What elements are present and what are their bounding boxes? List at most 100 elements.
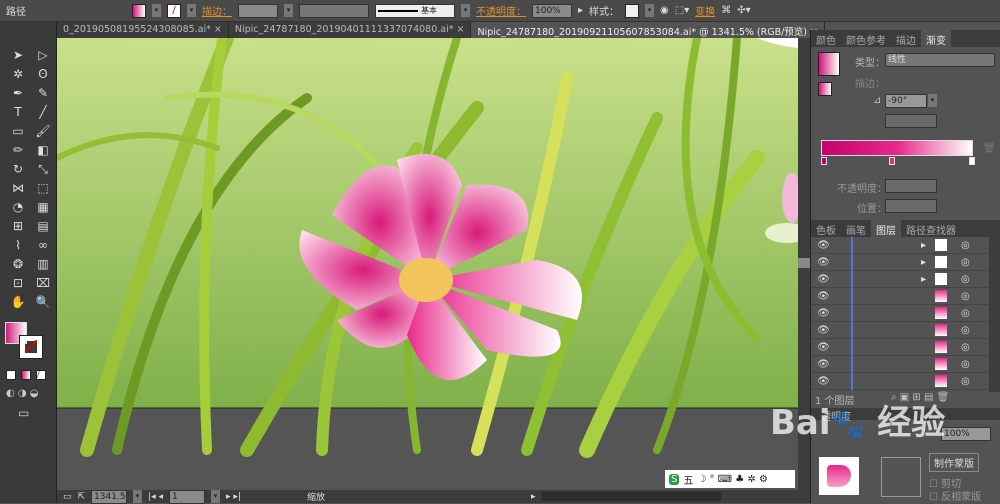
angle-field[interactable]: -90°: [885, 94, 927, 108]
visibility-eye-icon[interactable]: 👁: [817, 291, 830, 302]
export-icon[interactable]: ⇱: [78, 492, 86, 502]
brush-style-field[interactable]: 基本: [375, 3, 455, 18]
tab-brushes[interactable]: 画笔: [841, 220, 871, 237]
isolate-icon[interactable]: ✣▾: [737, 5, 750, 16]
recolor-icon[interactable]: ◉: [660, 5, 669, 16]
mask-thumbnail[interactable]: [881, 457, 921, 497]
angle-dropdown[interactable]: ▾: [928, 94, 937, 107]
gradient-stop[interactable]: [969, 157, 975, 165]
pencil-tool-icon[interactable]: ✏: [6, 141, 30, 159]
opacity-field[interactable]: 100%: [532, 3, 572, 18]
target-circle-icon[interactable]: ◎: [961, 376, 970, 387]
screen-mode-icon[interactable]: ▭: [18, 406, 29, 420]
transform-label[interactable]: 变换: [695, 3, 715, 18]
blend-tool-icon[interactable]: ∞: [31, 236, 55, 254]
layer-row[interactable]: 👁 ▸ ◎: [811, 271, 989, 288]
target-circle-icon[interactable]: ◎: [961, 274, 970, 285]
eyedropper-tool-icon[interactable]: ⌇: [6, 236, 30, 254]
tab-pathfinder[interactable]: 路径查找器: [901, 220, 961, 237]
target-circle-icon[interactable]: ◎: [961, 240, 970, 251]
draw-mode-icons[interactable]: ◐ ◑ ◒: [6, 388, 39, 399]
horizontal-scrollbar[interactable]: [541, 492, 722, 501]
mesh-tool-icon[interactable]: ⊞: [6, 217, 30, 235]
target-circle-icon[interactable]: ◎: [961, 308, 970, 319]
style-dropdown[interactable]: ▾: [645, 4, 655, 17]
pen-tool-icon[interactable]: ✒: [6, 84, 30, 102]
layer-row[interactable]: 👁 ◎: [811, 305, 989, 322]
tab-stroke[interactable]: 描边: [891, 30, 921, 47]
gradient-stop[interactable]: [821, 157, 827, 165]
layer-row[interactable]: 👁 ▸ ◎: [811, 254, 989, 271]
visibility-eye-icon[interactable]: 👁: [817, 359, 830, 370]
layer-row[interactable]: 👁 ▸ ◎: [811, 237, 989, 254]
tab-swatches[interactable]: 色板: [811, 220, 841, 237]
target-circle-icon[interactable]: ◎: [961, 291, 970, 302]
rotate-tool-icon[interactable]: ↻: [6, 160, 30, 178]
type-select[interactable]: 线性: [885, 53, 995, 67]
layer-row[interactable]: 👁 ◎: [811, 339, 989, 356]
stroke-label[interactable]: 描边：: [202, 3, 232, 18]
target-circle-icon[interactable]: ◎: [961, 342, 970, 353]
tab-gradient[interactable]: 渐变: [921, 30, 951, 47]
target-circle-icon[interactable]: ◎: [961, 257, 970, 268]
symbol-sprayer-tool-icon[interactable]: ❂: [6, 255, 30, 273]
scale-tool-icon[interactable]: ⤡: [31, 160, 55, 178]
width-tool-icon[interactable]: ⋈: [6, 179, 30, 197]
delete-stop-icon[interactable]: 🗑: [983, 143, 996, 154]
visibility-eye-icon[interactable]: 👁: [817, 274, 830, 285]
rectangle-tool-icon[interactable]: ▭: [6, 122, 30, 140]
visibility-eye-icon[interactable]: 👁: [817, 325, 830, 336]
perspective-tool-icon[interactable]: ▦: [31, 198, 55, 216]
opacity-label[interactable]: 不透明度：: [476, 3, 526, 18]
tab-layers[interactable]: 图层: [871, 220, 901, 237]
layer-row[interactable]: 👁 ◎: [811, 356, 989, 373]
zoom-field[interactable]: 1341.5: [91, 489, 128, 504]
ime-toolbar[interactable]: S 五 ☽ ° ⌨ ♣ ✲ ⚙: [665, 470, 795, 488]
tab-color-guide[interactable]: 颜色参考: [841, 30, 891, 47]
brush-dropdown[interactable]: ▾: [461, 4, 470, 17]
selection-tool-icon[interactable]: ➤: [6, 46, 30, 64]
color-mode-button[interactable]: [6, 370, 16, 380]
gradient-preview[interactable]: [818, 52, 840, 76]
layer-row[interactable]: 👁 ◎: [811, 288, 989, 305]
tab-document-3[interactable]: Nipic_24787180_20190921105607853084.ai* …: [471, 22, 825, 38]
artboard-tool-icon[interactable]: ⊡: [6, 274, 30, 292]
stroke-color-box[interactable]: [19, 335, 43, 359]
fill-swatch[interactable]: [132, 3, 146, 18]
gradient-mode-button[interactable]: [21, 370, 31, 380]
layer-row[interactable]: 👁 ◎: [811, 373, 989, 390]
layers-scrollbar[interactable]: [989, 237, 1000, 392]
artboard-nav-icon[interactable]: ▭: [63, 492, 72, 502]
tab-document-2[interactable]: Nipic_24787180_20190401111337074080.ai* …: [229, 22, 472, 38]
stop-position-field[interactable]: [885, 199, 937, 213]
column-graph-tool-icon[interactable]: ▥: [31, 255, 55, 273]
make-mask-button[interactable]: 制作蒙版: [929, 453, 979, 472]
slice-tool-icon[interactable]: ⌧: [31, 274, 55, 292]
first-artboard-button[interactable]: |◂ ◂: [148, 492, 163, 502]
layer-row[interactable]: 👁 ◎: [811, 322, 989, 339]
line-tool-icon[interactable]: ╱: [31, 103, 55, 121]
stroke-weight-dropdown[interactable]: ▾: [284, 4, 293, 17]
artboard-dropdown[interactable]: ▾: [211, 490, 220, 503]
fill-indicator[interactable]: [818, 82, 832, 96]
style-swatch[interactable]: [625, 3, 640, 18]
paintbrush-tool-icon[interactable]: 🖌: [31, 122, 55, 140]
invert-mask-checkbox[interactable]: ☐ 反相蒙版: [929, 488, 981, 503]
shape-builder-tool-icon[interactable]: ◔: [6, 198, 30, 216]
aspect-field[interactable]: [885, 114, 937, 128]
target-circle-icon[interactable]: ◎: [961, 325, 970, 336]
gradient-stop[interactable]: [889, 157, 895, 165]
direct-selection-tool-icon[interactable]: ▷: [31, 46, 55, 64]
visibility-eye-icon[interactable]: 👁: [817, 376, 830, 387]
stop-opacity-field[interactable]: [885, 179, 937, 193]
next-artboard-button[interactable]: ▸ ▸|: [226, 492, 241, 502]
stroke-weight-field[interactable]: [238, 3, 278, 18]
artboard-canvas[interactable]: [57, 38, 798, 490]
transparency-opacity-field[interactable]: 100%: [941, 427, 991, 441]
stroke-dropdown[interactable]: ▾: [187, 4, 196, 17]
transform-icon[interactable]: ⌘: [721, 5, 731, 16]
gradient-slider[interactable]: [821, 140, 973, 156]
lasso-tool-icon[interactable]: ʘ: [31, 65, 55, 83]
artboard-field[interactable]: 1: [169, 489, 205, 504]
status-arrow[interactable]: ▸: [531, 492, 536, 502]
